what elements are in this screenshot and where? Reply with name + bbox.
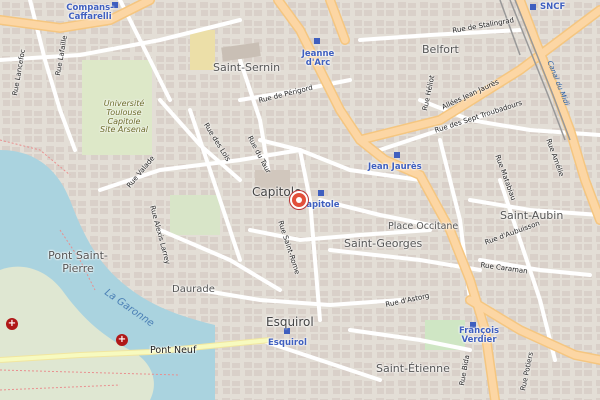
metro-jean-jaures-label[interactable]: Jean Jaurès <box>368 163 422 172</box>
location-marker-pin[interactable] <box>290 191 308 209</box>
district-pont-saint-pierre[interactable]: Pont Saint-Pierre <box>48 249 108 275</box>
university-label[interactable]: Université Toulouse Capitole Site Arsena… <box>100 99 148 135</box>
metro-sncf-label[interactable]: SNCF <box>540 3 565 12</box>
district-daurade[interactable]: Daurade <box>172 285 215 295</box>
district-saint-sernin[interactable]: Saint-Sernin <box>213 62 280 73</box>
metro-francois-verdier-label[interactable]: François Verdier <box>455 327 503 344</box>
district-saint-georges[interactable]: Saint-Georges <box>344 238 422 249</box>
metro-jean-jaures-icon[interactable] <box>394 152 400 158</box>
metro-esquirol-label[interactable]: Esquirol <box>268 339 307 348</box>
metro-sncf-icon[interactable] <box>530 4 536 10</box>
district-belfort[interactable]: Belfort <box>422 44 459 55</box>
district-saint-aubin[interactable]: Saint-Aubin <box>500 210 563 221</box>
district-place-occitane[interactable]: Place Occitane <box>388 222 458 232</box>
district-compans-caffarelli[interactable]: Compans-Caffarelli <box>60 4 120 21</box>
district-saint-etienne[interactable]: Saint-Étienne <box>376 363 450 374</box>
hospital-icon-2[interactable]: + <box>116 334 128 346</box>
district-esquirol[interactable]: Esquirol <box>266 316 314 328</box>
street-pont-neuf: Pont Neuf <box>150 345 197 356</box>
metro-capitole-icon[interactable] <box>318 190 324 196</box>
metro-jeanne-darc-icon[interactable] <box>314 38 320 44</box>
university-line-4: Site Arsenal <box>100 125 148 135</box>
map-view[interactable]: Jeanne d'Arc Jean Jaurès Capitole Esquir… <box>0 0 600 400</box>
hospital-icon-1[interactable]: + <box>6 318 18 330</box>
metro-jeanne-darc-label[interactable]: Jeanne d'Arc <box>295 50 341 67</box>
